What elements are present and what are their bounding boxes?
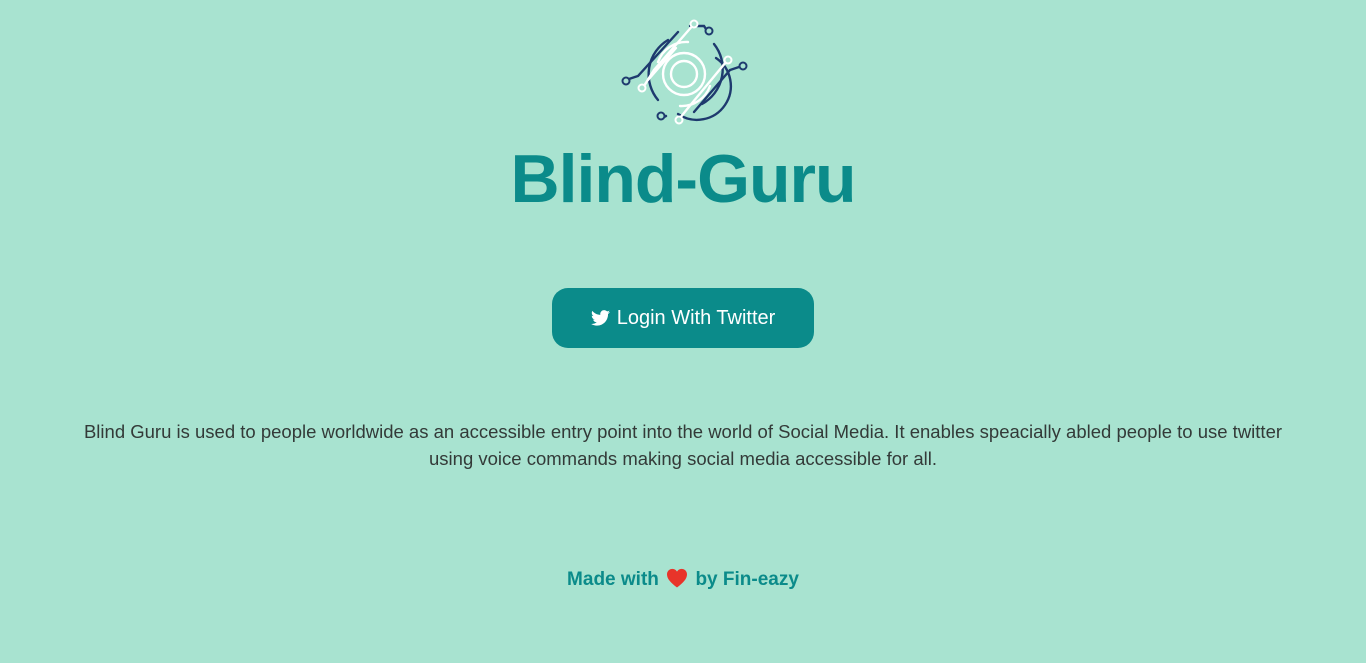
login-with-twitter-button[interactable]: Login With Twitter: [552, 288, 814, 348]
footer-prefix: Made with: [567, 569, 659, 590]
app-description: Blind Guru is used to people worldwide a…: [83, 421, 1283, 469]
footer-credit: Made with by Fin-eazy: [0, 566, 1366, 594]
login-button-label: Login With Twitter: [616, 306, 776, 329]
page-title: Blind-Guru: [510, 141, 856, 217]
footer-suffix: by Fin-eazy: [695, 569, 799, 590]
heart-icon: [666, 568, 688, 588]
circuit-eye-logo-icon: [621, 19, 748, 125]
twitter-bird-icon: [591, 308, 611, 328]
landing-page: Blind-Guru Login With Twitter Blind Guru…: [0, 0, 1366, 663]
